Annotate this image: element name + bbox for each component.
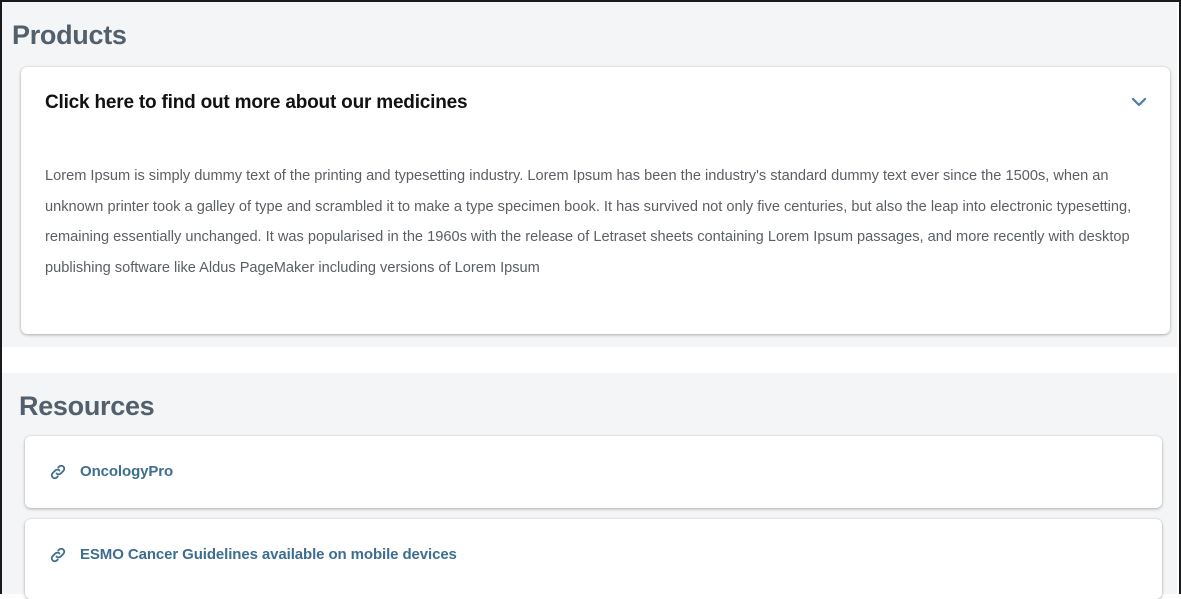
- accordion-header[interactable]: Click here to find out more about our me…: [21, 67, 1170, 141]
- products-heading: Products: [12, 20, 127, 50]
- accordion-body-text: Lorem Ipsum is simply dummy text of the …: [45, 168, 1132, 276]
- esmo-guidelines-link[interactable]: ESMO Cancer Guidelines available on mobi…: [80, 546, 457, 563]
- medicines-accordion: Click here to find out more about our me…: [21, 67, 1170, 334]
- oncologypro-link[interactable]: OncologyPro: [80, 463, 173, 480]
- section-divider: [2, 347, 1177, 373]
- resource-card-esmo-guidelines[interactable]: ESMO Cancer Guidelines available on mobi…: [25, 519, 1162, 599]
- products-section: Products Click here to find out more abo…: [2, 2, 1177, 347]
- chevron-down-icon[interactable]: [1130, 95, 1148, 109]
- link-icon: [50, 464, 66, 480]
- accordion-title: Click here to find out more about our me…: [45, 92, 468, 113]
- link-icon: [50, 547, 66, 563]
- resources-section: Resources OncologyPro ESMO Cancer Guidel…: [2, 373, 1177, 599]
- resources-heading: Resources: [19, 391, 155, 421]
- resource-card-oncologypro[interactable]: OncologyPro: [25, 436, 1162, 508]
